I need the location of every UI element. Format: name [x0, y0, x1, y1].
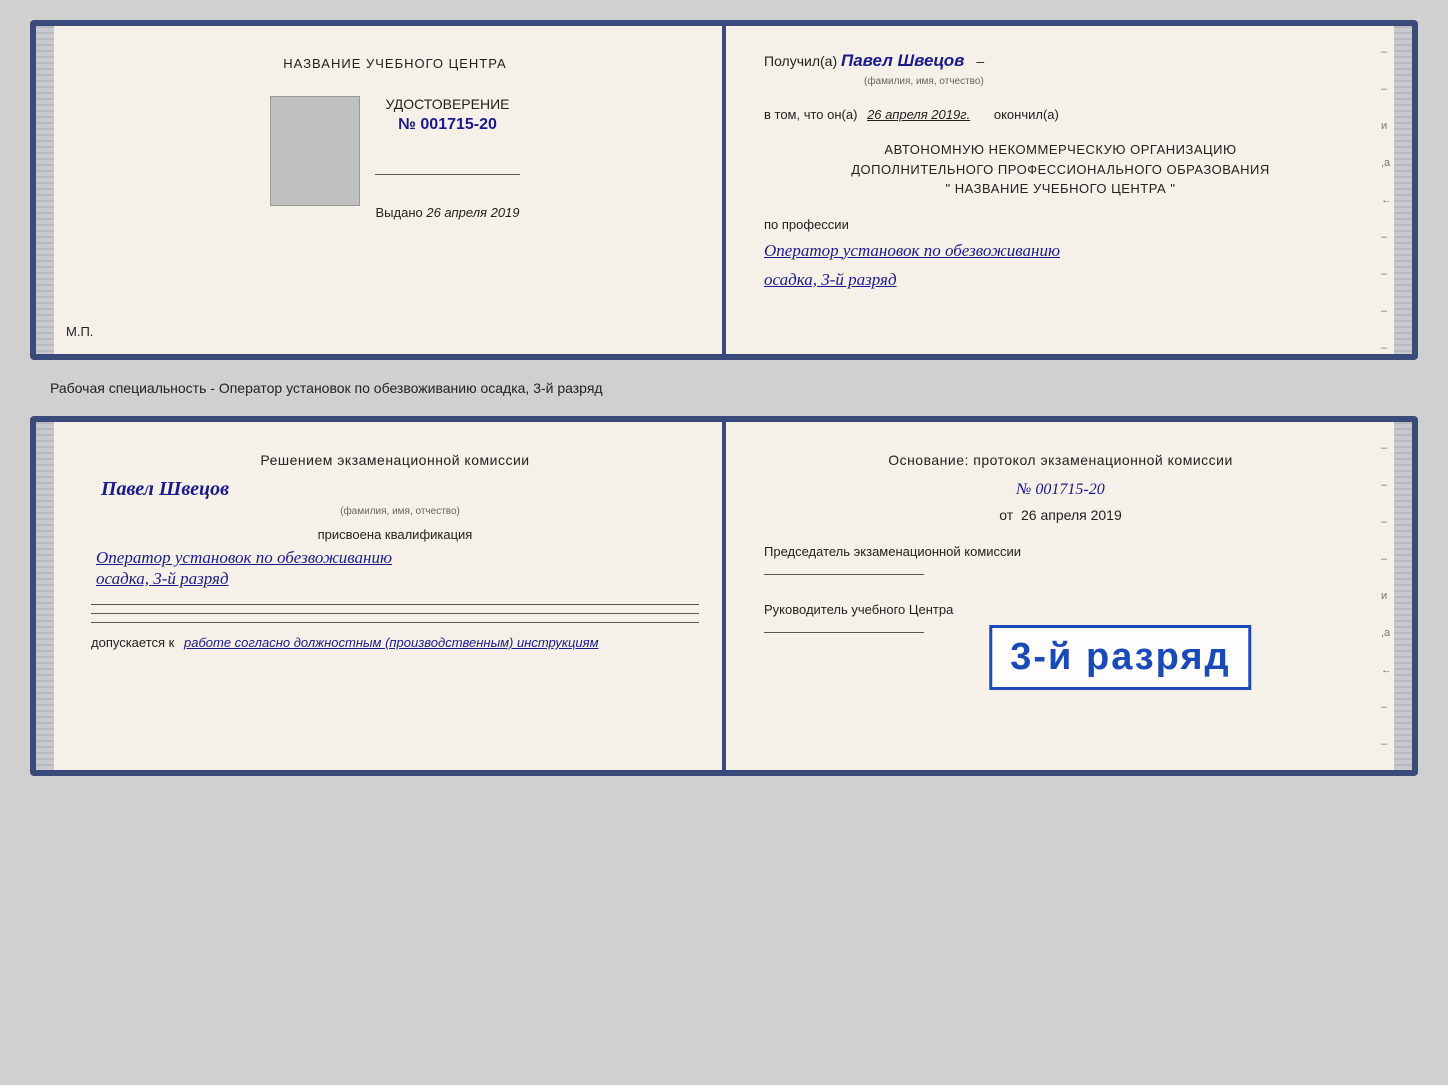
rank-value-1: осадка, 3-й разряд [764, 270, 1357, 290]
h-line-2 [91, 613, 699, 614]
v-label-a: ,а [1381, 157, 1392, 169]
cert-number-value: 001715-20 [420, 116, 497, 133]
training-center-title-1: НАЗВАНИЕ УЧЕБНОГО ЦЕНТРА [283, 56, 506, 71]
stamp-text: 3-й разряд [1010, 636, 1230, 679]
doc2-right-content: Основание: протокол экзаменационной коми… [749, 442, 1387, 633]
from-date: от 26 апреля 2019 [764, 507, 1357, 523]
cert-issued-date: 26 апреля 2019 [426, 205, 519, 220]
doc2-left-panel: Решением экзаменационной комиссии Павел … [36, 422, 724, 770]
cert-issued-line: Выдано 26 апреля 2019 [375, 205, 519, 220]
doc1-left-panel: НАЗВАНИЕ УЧЕБНОГО ЦЕНТРА УДОСТОВЕРЕНИЕ №… [36, 26, 724, 354]
udostoverenie-title: УДОСТОВЕРЕНИЕ [375, 96, 519, 112]
protocol-number-value: 001715-20 [1035, 481, 1104, 498]
org-line2: ДОПОЛНИТЕЛЬНОГО ПРОФЕССИОНАЛЬНОГО ОБРАЗО… [764, 160, 1357, 180]
cert-number-prefix: № [398, 116, 416, 133]
допускается-prefix: допускается к [91, 635, 174, 650]
v-label-dash-4: – [1381, 231, 1392, 243]
head-label: Руководитель учебного Центра [764, 601, 1357, 619]
vertical-labels-1: – – и ,а ← – – – – [1381, 46, 1392, 354]
bottom-name: Павел Швецов [101, 478, 699, 501]
cert-right-content: Получил(а) Павел Швецов – (фамилия, имя,… [749, 46, 1387, 290]
v-label2-dash-3: – [1381, 516, 1392, 528]
dash-1: – [976, 53, 984, 69]
received-name: Павел Швецов [841, 51, 964, 70]
protocol-number: № 001715-20 [764, 481, 1357, 499]
mp-label: М.П. [66, 324, 93, 339]
from-prefix: от [999, 507, 1013, 523]
v-label-dash-7: – [1381, 342, 1392, 354]
document-card-2: Решением экзаменационной комиссии Павел … [30, 416, 1418, 776]
qual-value: Оператор установок по обезвоживанию [96, 547, 699, 569]
cert-inner: УДОСТОВЕРЕНИЕ № 001715-20 Выдано 26 апре… [270, 96, 519, 220]
separator-text: Рабочая специальность - Оператор установ… [30, 372, 1418, 404]
h-line-1 [91, 604, 699, 605]
org-block: АВТОНОМНУЮ НЕКОММЕРЧЕСКУЮ ОРГАНИЗАЦИЮ ДО… [764, 140, 1357, 199]
v-label-dash-1: – [1381, 46, 1392, 58]
doc2-right-panel: Основание: протокол экзаменационной коми… [724, 422, 1412, 770]
in-that-prefix: в том, что он(а) [764, 107, 857, 122]
v-label-i: и [1381, 120, 1392, 132]
допускается-value: работе согласно должностным (производств… [184, 635, 599, 650]
received-prefix: Получил(а) [764, 53, 837, 69]
commission-title: Решением экзаменационной комиссии [91, 452, 699, 468]
cert-number: № 001715-20 [375, 116, 519, 134]
v-label2-dash-6: – [1381, 738, 1392, 750]
head-signature-line [764, 632, 924, 633]
cert-details: УДОСТОВЕРЕНИЕ № 001715-20 Выдано 26 апре… [375, 96, 519, 220]
v-label-dash-2: – [1381, 83, 1392, 95]
vertical-labels-2: – – – – и ,а ← – – [1381, 442, 1392, 750]
v-label2-dash-4: – [1381, 553, 1392, 565]
org-line3: " НАЗВАНИЕ УЧЕБНОГО ЦЕНТРА " [764, 179, 1357, 199]
assigned-qual-label: присвоена квалификация [91, 527, 699, 542]
photo-placeholder [270, 96, 360, 206]
finished-label: окончил(а) [994, 107, 1059, 122]
document-card-1: НАЗВАНИЕ УЧЕБНОГО ЦЕНТРА УДОСТОВЕРЕНИЕ №… [30, 20, 1418, 360]
допускается-line: допускается к работе согласно должностны… [91, 635, 699, 650]
cert-issued-label: Выдано [375, 205, 422, 220]
page-wrapper: НАЗВАНИЕ УЧЕБНОГО ЦЕНТРА УДОСТОВЕРЕНИЕ №… [10, 10, 1438, 786]
from-date-value: 26 апреля 2019 [1021, 507, 1122, 523]
profession-label-1: по профессии [764, 217, 1357, 232]
v-label2-dash-1: – [1381, 442, 1392, 454]
fio-hint-1: (фамилия, имя, отчество) [864, 76, 984, 87]
v-label-dash-5: – [1381, 268, 1392, 280]
v-label2-i: и [1381, 590, 1392, 602]
v-label2-dash-2: – [1381, 479, 1392, 491]
doc1-right-panel: Получил(а) Павел Швецов – (фамилия, имя,… [724, 26, 1412, 354]
chairman-signature-line [764, 574, 924, 575]
v-label2-arrow: ← [1381, 664, 1392, 676]
horizontal-lines-block [91, 604, 699, 623]
in-that-date: 26 апреля 2019г. [867, 107, 970, 122]
received-line: Получил(а) Павел Швецов – (фамилия, имя,… [764, 51, 1357, 87]
in-that-line: в том, что он(а) 26 апреля 2019г. окончи… [764, 107, 1357, 122]
v-label-dash-3: ← [1381, 194, 1392, 206]
cert-left-content: НАЗВАНИЕ УЧЕБНОГО ЦЕНТРА УДОСТОВЕРЕНИЕ №… [61, 46, 699, 220]
stamp-overlay: 3-й разряд [989, 625, 1251, 690]
chairman-label: Председатель экзаменационной комиссии [764, 543, 1357, 561]
rank-line: осадка, 3-й разряд [96, 569, 699, 589]
v-label2-a: ,а [1381, 627, 1392, 639]
v-label-dash-6: – [1381, 305, 1392, 317]
h-line-3 [91, 622, 699, 623]
basis-title: Основание: протокол экзаменационной коми… [764, 452, 1357, 468]
fio-hint-2: (фамилия, имя, отчество) [340, 506, 460, 517]
profession-value-1: Оператор установок по обезвоживанию [764, 240, 1357, 262]
protocol-prefix: № [1016, 481, 1031, 498]
org-line1: АВТОНОМНУЮ НЕКОММЕРЧЕСКУЮ ОРГАНИЗАЦИЮ [764, 140, 1357, 160]
doc2-left-content: Решением экзаменационной комиссии Павел … [61, 452, 699, 650]
v-label2-dash-5: – [1381, 701, 1392, 713]
